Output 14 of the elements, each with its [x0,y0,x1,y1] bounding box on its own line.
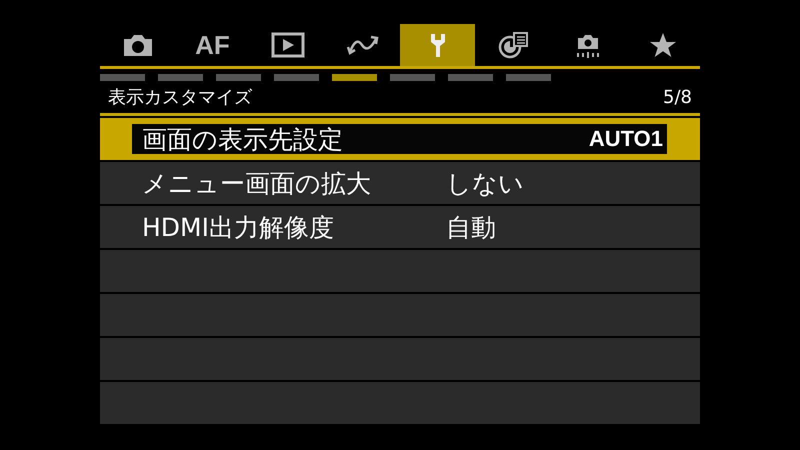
setting-value: 自動 [446,212,497,244]
menu-row[interactable]: HDMI出力解像度 自動 [100,206,700,248]
setting-value: しない [446,168,525,200]
menu-row[interactable]: 画面の表示先設定 AUTO1 [100,118,700,160]
menu-row[interactable]: メニュー画面の拡大 しない [100,162,700,204]
setting-label: 画面の表示先設定 [142,124,343,156]
setting-label: HDMI出力解像度 [142,212,335,244]
section-title: 表示カスタマイズ [108,86,252,109]
play-icon [270,30,306,60]
tab-label: AF [195,30,230,60]
setting-label: メニュー画面の拡大 [142,168,372,200]
setting-value: AUTO1 [588,126,663,152]
page-number: 5/8 [663,86,692,108]
menu-tab[interactable]: AF [175,24,250,66]
